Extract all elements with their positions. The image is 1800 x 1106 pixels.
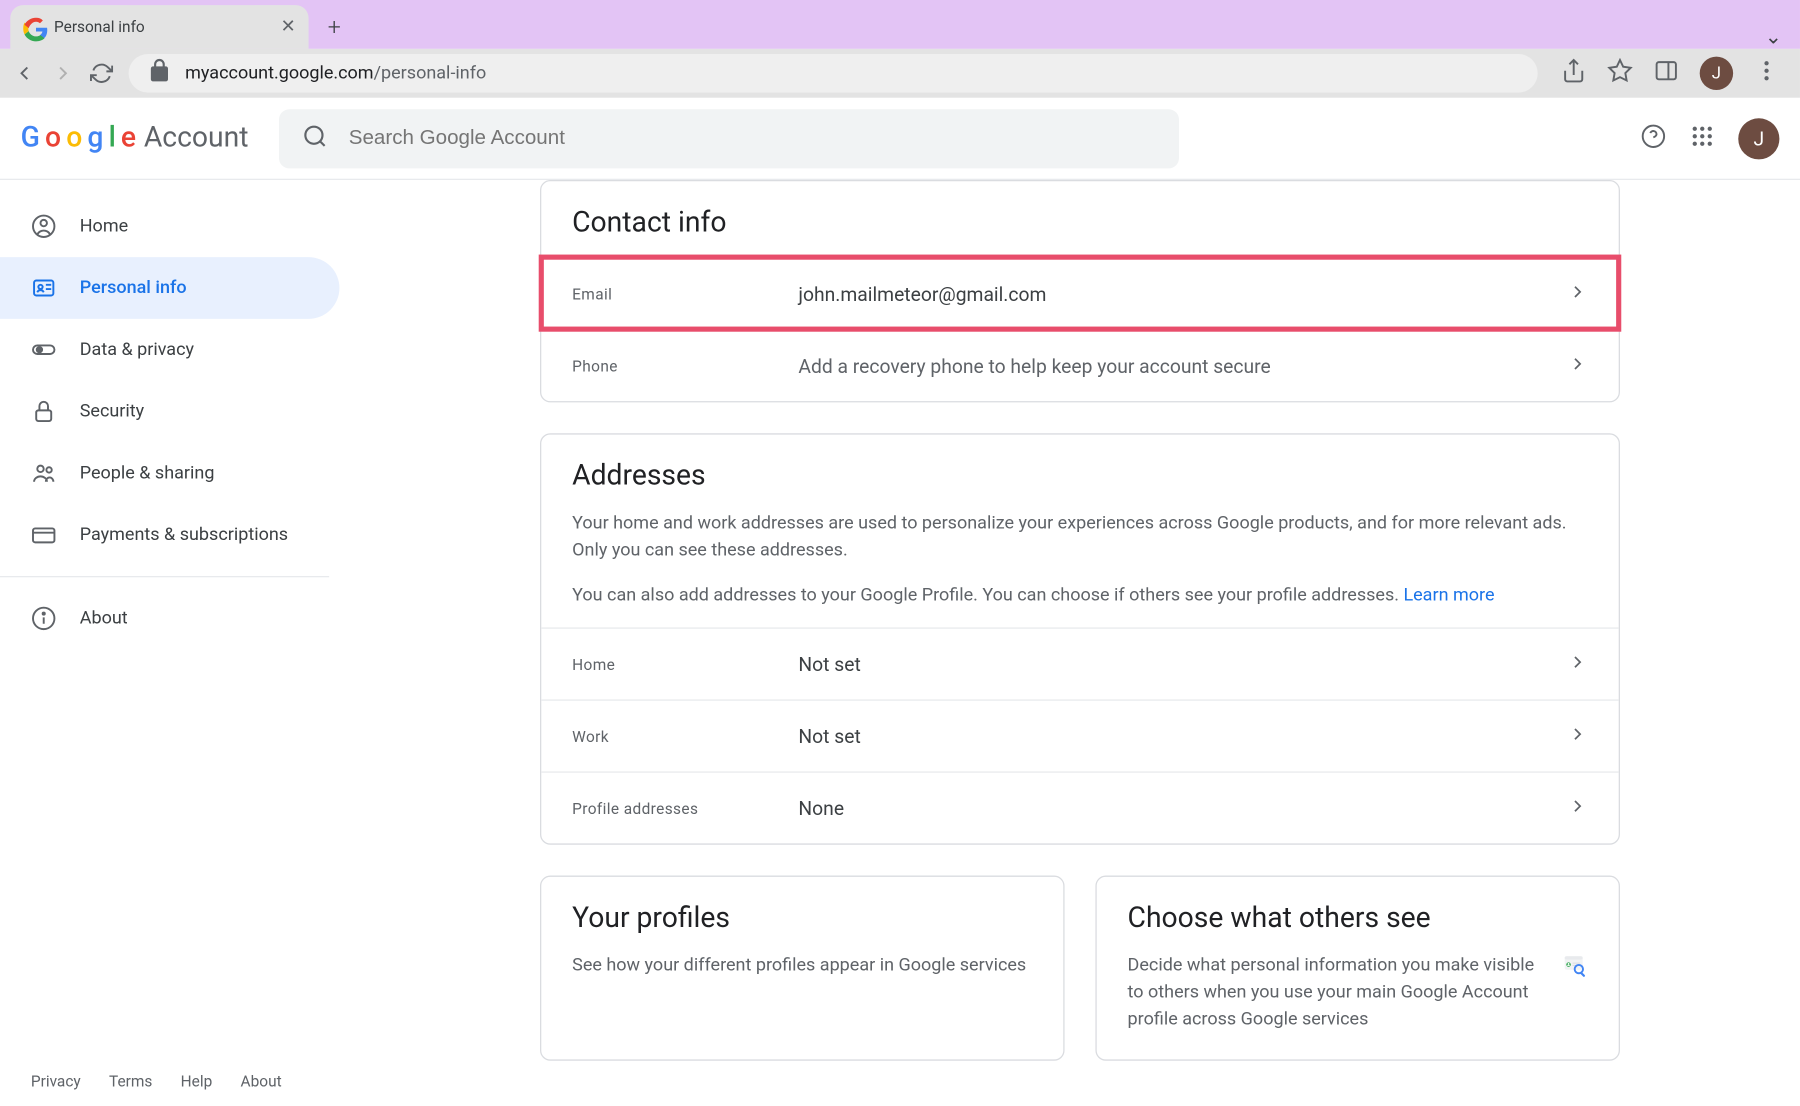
sidebar-item-label: People & sharing (80, 463, 215, 484)
help-icon[interactable] (1641, 123, 1667, 154)
sidebar-item-home[interactable]: Home (0, 195, 339, 257)
card-description: See how your different profiles appear i… (572, 953, 1032, 980)
sidebar-item-people-sharing[interactable]: People & sharing (0, 442, 339, 504)
card-heading: Choose what others see (1097, 877, 1619, 953)
row-value: john.mailmeteor@gmail.com (798, 282, 1567, 305)
footer-privacy[interactable]: Privacy (31, 1072, 81, 1090)
row-label: Home (572, 655, 798, 673)
row-label: Profile addresses (572, 799, 798, 817)
row-value: Add a recovery phone to help keep your a… (798, 354, 1567, 377)
chevron-right-icon (1567, 723, 1588, 749)
your-profiles-card[interactable]: Your profiles See how your different pro… (540, 876, 1065, 1061)
contact-info-card: Contact info Email john.mailmeteor@gmail… (540, 180, 1620, 402)
card-heading: Your profiles (541, 877, 1063, 953)
card-heading: Contact info (541, 181, 1618, 257)
row-value: Not set (798, 652, 1567, 675)
row-value: None (798, 796, 1567, 819)
profile-avatar-chrome[interactable]: J (1700, 57, 1733, 90)
card-description: Your home and work addresses are used to… (541, 510, 1618, 582)
tab-title: Personal info (54, 18, 270, 36)
forward-button[interactable] (51, 60, 74, 86)
sidebar-divider (0, 576, 329, 577)
chevron-right-icon (1567, 353, 1588, 379)
lock-icon (31, 399, 59, 425)
bookmark-icon[interactable] (1607, 58, 1633, 89)
search-box[interactable] (279, 109, 1179, 168)
sidebar-item-label: Payments & subscriptions (80, 525, 288, 546)
reload-button[interactable] (90, 60, 113, 86)
card-icon (31, 522, 59, 548)
row-label: Email (572, 285, 798, 303)
sidebar-item-security[interactable]: Security (0, 381, 339, 443)
addresses-card: Addresses Your home and work addresses a… (540, 433, 1620, 844)
phone-row[interactable]: Phone Add a recovery phone to help keep … (541, 329, 1618, 401)
card-description: Decide what personal information you mak… (1128, 953, 1542, 1034)
google-favicon (23, 17, 44, 38)
id-card-icon (31, 275, 59, 301)
row-value: Not set (798, 724, 1567, 747)
sidebar-item-payments[interactable]: Payments & subscriptions (0, 504, 339, 566)
browser-tab[interactable]: Personal info ✕ (10, 5, 308, 49)
kebab-menu-icon[interactable] (1754, 58, 1780, 89)
sidebar-item-label: Data & privacy (80, 339, 194, 360)
chevron-down-icon[interactable]: ⌄ (1765, 24, 1782, 48)
main-content: Contact info Email john.mailmeteor@gmail… (360, 180, 1800, 1106)
person-circle-icon (31, 213, 59, 239)
google-account-logo[interactable]: Google Account (21, 122, 249, 154)
card-description: You can also add addresses to your Googl… (541, 582, 1618, 627)
footer-terms[interactable]: Terms (109, 1072, 152, 1090)
panel-icon[interactable] (1653, 58, 1679, 89)
toggle-icon (31, 337, 59, 363)
sidebar-item-label: About (80, 608, 128, 629)
footer-help[interactable]: Help (181, 1072, 213, 1090)
chevron-right-icon (1567, 651, 1588, 677)
address-bar[interactable]: myaccount.google.com/personal-info (129, 54, 1538, 93)
work-address-row[interactable]: Work Not set (541, 699, 1618, 771)
profile-avatar[interactable]: J (1738, 118, 1779, 159)
sidebar-item-label: Security (80, 401, 144, 422)
footer-links: Privacy Terms Help About (0, 1057, 312, 1106)
share-icon[interactable] (1561, 58, 1587, 89)
row-label: Work (572, 727, 798, 745)
back-button[interactable] (13, 60, 36, 86)
browser-toolbar: myaccount.google.com/personal-info J (0, 49, 1800, 98)
people-icon (31, 460, 59, 486)
search-input[interactable] (349, 127, 1156, 150)
sidebar-item-label: Home (80, 216, 128, 237)
choose-others-see-card[interactable]: Choose what others see Decide what perso… (1095, 876, 1620, 1061)
card-heading: Addresses (541, 435, 1618, 511)
chevron-right-icon (1567, 795, 1588, 821)
chevron-right-icon (1567, 281, 1588, 307)
url-host: myaccount.google.com (185, 63, 373, 84)
learn-more-link[interactable]: Learn more (1403, 585, 1494, 606)
row-label: Phone (572, 357, 798, 375)
apps-grid-icon[interactable] (1689, 123, 1715, 154)
app-header: Google Account J (0, 98, 1800, 180)
tab-close-icon[interactable]: ✕ (281, 17, 296, 38)
magnifier-illustration (1562, 953, 1588, 1034)
new-tab-button[interactable]: + (316, 5, 352, 49)
footer-about[interactable]: About (241, 1072, 282, 1090)
info-icon (31, 606, 59, 632)
lock-icon (147, 58, 173, 89)
browser-tab-strip: Personal info ✕ + ⌄ (0, 0, 1800, 49)
search-icon (302, 123, 328, 154)
url-path: /personal-info (374, 63, 487, 84)
sidebar-item-label: Personal info (80, 278, 187, 299)
sidebar-item-about[interactable]: About (0, 588, 339, 650)
sidebar-item-personal-info[interactable]: Personal info (0, 257, 339, 319)
home-address-row[interactable]: Home Not set (541, 627, 1618, 699)
sidebar: Home Personal info Data & privacy Securi… (0, 180, 360, 1106)
profile-addresses-row[interactable]: Profile addresses None (541, 771, 1618, 843)
email-row[interactable]: Email john.mailmeteor@gmail.com (541, 257, 1618, 329)
sidebar-item-data-privacy[interactable]: Data & privacy (0, 319, 339, 381)
